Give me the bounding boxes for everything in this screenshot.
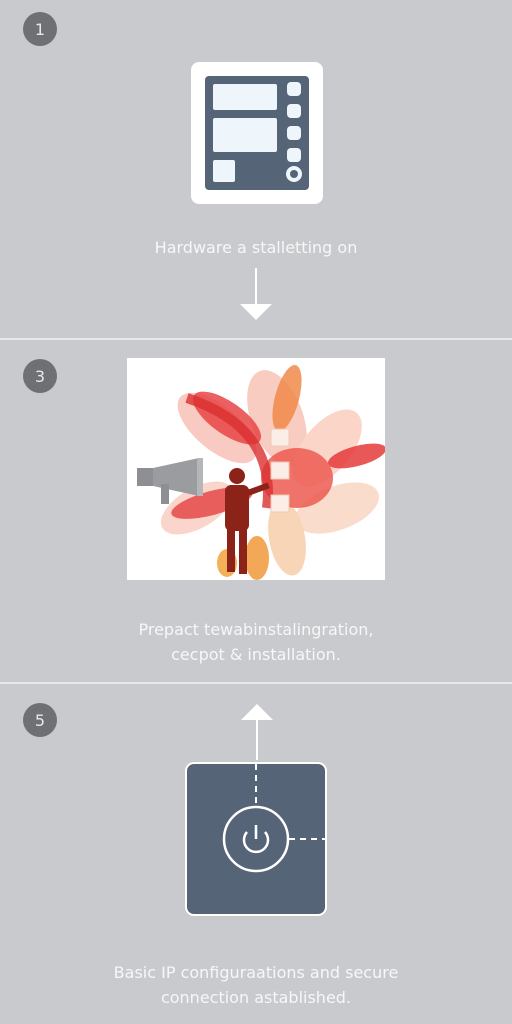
power-icon [185, 762, 327, 916]
step-section-1: 1 Hardware a stalletting on [0, 0, 512, 338]
arrow-down-icon [240, 268, 272, 320]
step-badge-1: 1 [23, 12, 57, 46]
step-caption-1: Hardware a stalletting on [154, 238, 358, 257]
step-section-2: 3 Prepact tewabinstalingration, cecpot &… [0, 340, 512, 682]
installation-illustration [127, 358, 385, 580]
step-caption-2: Prepact tewabinstalingration, cecpot & i… [138, 620, 374, 664]
step-badge-5: 5 [23, 703, 57, 737]
step-section-3: 5 Basic IP configuraations and secure co… [0, 684, 512, 1024]
step-caption-3: Basic IP configuraations and secure conn… [113, 963, 399, 1007]
arrow-up-icon [241, 704, 273, 760]
step-badge-3: 3 [23, 359, 57, 393]
hardware-panel-icon [191, 62, 323, 204]
